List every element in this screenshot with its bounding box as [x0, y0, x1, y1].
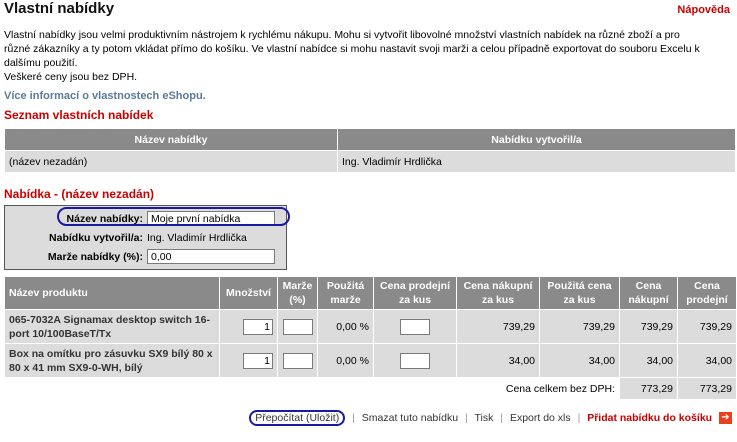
buy-unit-price: 739,29 — [456, 309, 540, 344]
separator: | — [352, 412, 355, 424]
sell-total: 34,00 — [677, 343, 737, 378]
total-row: Cena celkem bez DPH: 773,29 773,29 — [4, 377, 737, 400]
buy-total: 739,29 — [619, 309, 678, 344]
separator: | — [500, 412, 504, 424]
col-quantity: Množství — [219, 276, 278, 310]
offer-name-cell[interactable]: (název nezadán) — [4, 150, 338, 173]
offer-detail-box: Název nabídky: Nabídku vytvořil/a: Ing. … — [4, 205, 290, 270]
intro-paragraph: Vlastní nabídky jsou velmi produktivním … — [4, 29, 700, 69]
used-margin: 0,00 % — [317, 343, 374, 378]
page: Vlastní nabídky Nápověda Vlastní nabídky… — [4, 0, 737, 426]
quantity-input[interactable] — [243, 352, 273, 369]
used-unit-price: 739,29 — [539, 309, 620, 344]
offer-name-label: Název nabídky: — [66, 212, 143, 225]
actions-bar: Přepočítat (Uložit) | Smazat tuto nabídk… — [4, 410, 734, 426]
recalc-highlight: Přepočítat (Uložit) — [249, 410, 346, 426]
table-row: Box na omítku pro zásuvku SX9 bílý 80 x … — [4, 343, 737, 378]
offer-name-input[interactable] — [147, 211, 275, 226]
print-link[interactable]: Tisk — [475, 412, 494, 424]
page-title: Vlastní nabídky — [4, 0, 115, 17]
sell-price-input[interactable] — [400, 318, 430, 335]
col-offer-author: Nabídku vytvořil/a — [337, 128, 736, 151]
help-link[interactable]: Nápověda — [677, 4, 730, 16]
table-row: 065-7032A Signamax desktop switch 16-por… — [4, 309, 737, 344]
offer-margin-input[interactable] — [147, 249, 275, 264]
col-used-unit: Použitá cena za kus — [539, 276, 620, 310]
offer-margin-label: Marže nabídky (%): — [47, 250, 143, 263]
total-label: Cena celkem bez DPH: — [4, 377, 620, 400]
title-row: Vlastní nabídky Nápověda — [4, 0, 734, 22]
col-buy-total: Cena nákupní — [619, 276, 678, 310]
sell-total: 739,29 — [677, 309, 737, 344]
total-sell: 773,29 — [677, 377, 737, 400]
product-name: 065-7032A Signamax desktop switch 16-por… — [4, 309, 220, 344]
offer-author-cell: Ing. Vladimír Hrdlička — [337, 150, 736, 173]
offer-list-table: Název nabídky Nabídku vytvořil/a (název … — [4, 128, 736, 173]
product-name: Box na omítku pro zásuvku SX9 bílý 80 x … — [4, 343, 220, 378]
export-xls-link[interactable]: Export do xls — [510, 412, 571, 424]
more-info-link[interactable]: Více informací o vlastnostech eShopu. — [4, 90, 734, 102]
col-used-margin: Použitá marže — [317, 276, 374, 310]
table-row[interactable]: (název nezadán) Ing. Vladimír Hrdlička — [4, 150, 736, 173]
offer-author-label: Nabídku vytvořil/a: — [49, 231, 143, 244]
col-sell-total: Cena prodejní — [677, 276, 737, 310]
total-buy: 773,29 — [619, 377, 678, 400]
separator: | — [465, 412, 468, 424]
offer-detail-title: Nabídka - (název nezadán) — [4, 187, 155, 201]
col-offer-name: Název nabídky — [4, 128, 338, 151]
products-table: Název produktu Množství Marže (%) Použit… — [4, 276, 737, 400]
sell-price-input[interactable] — [400, 352, 430, 369]
offer-list-title: Seznam vlastních nabídek — [4, 108, 154, 122]
quantity-input[interactable] — [243, 318, 273, 335]
offer-author-value: Ing. Vladimír Hrdlička — [147, 231, 247, 244]
col-margin: Marže (%) — [277, 276, 318, 310]
buy-total: 34,00 — [619, 343, 678, 378]
vat-note: Veškeré ceny jsou bez DPH. — [4, 71, 138, 83]
margin-input[interactable] — [282, 318, 313, 335]
used-margin: 0,00 % — [317, 309, 374, 344]
col-product-name: Název produktu — [4, 276, 220, 310]
delete-offer-link[interactable]: Smazat tuto nabídku — [362, 412, 458, 424]
buy-unit-price: 34,00 — [456, 343, 540, 378]
recalc-button[interactable]: Přepočítat (Uložit) — [255, 412, 339, 424]
add-to-cart-link[interactable]: Přidat nabídku do košíku — [587, 412, 712, 424]
col-sell-unit: Cena prodejní za kus — [373, 276, 457, 310]
col-buy-unit: Cena nákupní za kus — [456, 276, 540, 310]
intro-text: Vlastní nabídky jsou velmi produktivním … — [4, 28, 704, 84]
arrow-right-icon[interactable]: ➔ — [719, 412, 732, 425]
separator: | — [577, 412, 581, 424]
used-unit-price: 34,00 — [539, 343, 620, 378]
margin-input[interactable] — [282, 352, 313, 369]
